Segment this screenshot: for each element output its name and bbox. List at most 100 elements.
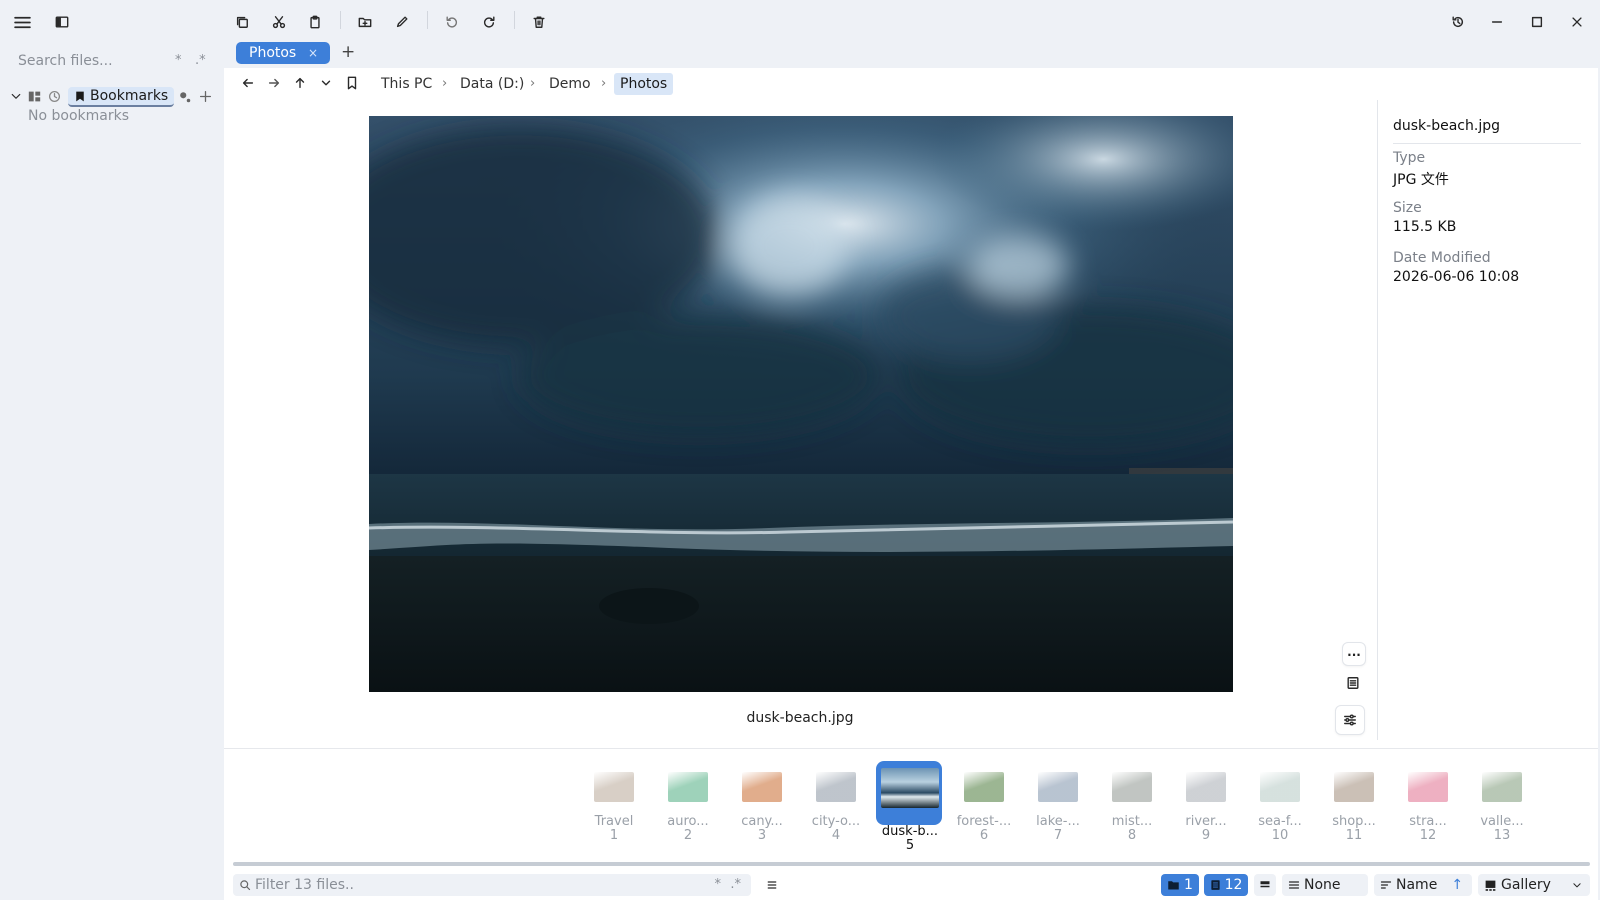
filmstrip-divider — [224, 748, 1598, 749]
bookmarks-tab[interactable]: Bookmarks — [68, 87, 175, 107]
toolbar-divider — [514, 11, 515, 29]
arrow-up-icon — [295, 77, 305, 89]
sort-by-dropdown[interactable]: Name ↑ — [1374, 874, 1472, 896]
undo-icon — [446, 16, 458, 28]
details-toggle-button[interactable] — [1342, 672, 1364, 694]
filmstrip-thumbnail[interactable]: valle... 13 — [1471, 762, 1533, 843]
breadcrumb-demo[interactable]: Demo — [549, 73, 591, 95]
recent-icon[interactable] — [48, 90, 61, 103]
add-bookmark-icon[interactable] — [199, 90, 212, 103]
thumbnail-index: 9 — [1201, 828, 1211, 843]
copy-button[interactable] — [231, 11, 253, 33]
bookmarks-label: Bookmarks — [90, 88, 169, 104]
info-date-label: Date Modified — [1393, 250, 1491, 266]
filmstrip-thumbnail[interactable]: sea-f... 10 — [1249, 762, 1311, 843]
minimize-icon — [1491, 21, 1503, 23]
history-button[interactable] — [1447, 11, 1469, 33]
bookmark-location-button[interactable] — [343, 74, 361, 92]
group-by-dropdown[interactable]: None — [1282, 874, 1368, 896]
hamburger-menu-button[interactable] — [11, 11, 33, 33]
thumbnail-label: city-o... 4 — [805, 815, 867, 843]
grid-view-icon[interactable] — [28, 90, 41, 103]
filmstrip-scrollbar[interactable] — [233, 862, 1590, 866]
file-count-badge[interactable]: 12 — [1204, 874, 1248, 896]
toggle-sidebar-button[interactable] — [51, 11, 73, 33]
undo-button[interactable] — [441, 11, 463, 33]
back-button[interactable] — [239, 74, 257, 92]
chevron-down-icon[interactable] — [10, 90, 22, 102]
history-dropdown-button[interactable] — [317, 74, 335, 92]
search-files-input[interactable]: Search files... — [18, 53, 113, 69]
thumbnail-label: dusk-b... 5 — [879, 825, 941, 853]
filmstrip-thumbnail[interactable]: cany... 3 — [731, 762, 793, 843]
filmstrip-thumbnail[interactable]: city-o... 4 — [805, 762, 867, 843]
forward-button[interactable] — [265, 74, 283, 92]
close-window-button[interactable] — [1566, 11, 1588, 33]
sort-value: Name — [1396, 877, 1438, 893]
list-icon — [767, 881, 777, 889]
group-icon — [1288, 881, 1300, 889]
list-options-button[interactable] — [760, 874, 784, 896]
delete-button[interactable] — [528, 11, 550, 33]
copy-icon — [236, 16, 248, 28]
thumbnail-label: forest-... 6 — [953, 815, 1015, 843]
thumbnail-label: mist... 8 — [1101, 815, 1163, 843]
thumbnail-image — [881, 768, 939, 808]
filter-regex-toggle[interactable]: .* — [730, 877, 741, 892]
view-mode-dropdown[interactable]: Gallery — [1478, 874, 1590, 896]
thumbnail-label: auro... 2 — [657, 815, 719, 843]
tab-close-button[interactable]: × — [308, 46, 318, 60]
more-options-button[interactable]: ... — [1342, 642, 1366, 666]
toolbar-divider — [427, 11, 428, 29]
search-wildcard-toggle[interactable]: * — [175, 53, 182, 68]
minimize-button[interactable] — [1486, 11, 1508, 33]
maximize-button[interactable] — [1526, 11, 1548, 33]
new-tab-button[interactable]: + — [341, 42, 355, 62]
breadcrumb-this-pc[interactable]: This PC — [381, 73, 432, 95]
folder-icon — [1168, 881, 1179, 890]
thumbnail-image — [1038, 772, 1078, 802]
filmstrip-thumbnail[interactable]: river... 9 — [1175, 762, 1237, 843]
info-panel-divider — [1377, 100, 1378, 740]
filmstrip-thumbnail[interactable]: dusk-b... 5 — [876, 761, 942, 853]
filmstrip-thumbnail[interactable]: stra... 12 — [1397, 762, 1459, 843]
breadcrumb-photos[interactable]: Photos — [614, 73, 674, 95]
folder-count-badge[interactable]: 1 — [1161, 874, 1199, 896]
image-preview[interactable] — [369, 116, 1233, 692]
thumbnail-label: lake-... 7 — [1027, 815, 1089, 843]
cut-button[interactable] — [268, 11, 290, 33]
bookmark-options-icon[interactable] — [178, 90, 192, 104]
search-regex-toggle[interactable]: .* — [195, 53, 206, 68]
thumbnail-image — [964, 772, 1004, 802]
adjust-settings-button[interactable] — [1335, 705, 1365, 735]
thumbnail-image — [1334, 772, 1374, 802]
filmstrip-thumbnail[interactable]: forest-... 6 — [953, 762, 1015, 843]
rename-button[interactable] — [391, 11, 413, 33]
layout-toggle-button[interactable] — [1254, 874, 1276, 896]
sort-direction-toggle[interactable]: ↑ — [1451, 877, 1463, 893]
filmstrip-thumbnail[interactable]: mist... 8 — [1101, 762, 1163, 843]
breadcrumb-data-drive[interactable]: Data (D:) — [460, 73, 524, 95]
filter-files-input[interactable]: Filter 13 files.. * .* — [233, 874, 751, 896]
details-icon — [1347, 677, 1359, 689]
filmstrip-thumbnail[interactable]: lake-... 7 — [1027, 762, 1089, 843]
filmstrip-thumbnail[interactable]: Travel 1 — [583, 762, 645, 843]
thumbnail-index: 3 — [757, 828, 767, 843]
paste-button[interactable] — [304, 11, 326, 33]
thumbnail-image — [816, 772, 856, 802]
bookmark-outline-icon — [347, 76, 357, 90]
filter-placeholder: Filter 13 files.. — [255, 877, 354, 893]
up-button[interactable] — [291, 74, 309, 92]
redo-button[interactable] — [478, 11, 500, 33]
info-size-label: Size — [1393, 200, 1422, 216]
filmstrip-thumbnail[interactable]: shop... 11 — [1323, 762, 1385, 843]
filter-wildcard-toggle[interactable]: * — [715, 877, 722, 892]
new-folder-button[interactable] — [354, 11, 376, 33]
tab-photos[interactable]: Photos × — [236, 42, 330, 64]
info-type-label: Type — [1393, 150, 1426, 166]
thumbnail-name: auro... — [667, 814, 709, 829]
thumbnail-index: 8 — [1127, 828, 1137, 843]
filmstrip-thumbnail[interactable]: auro... 2 — [657, 762, 719, 843]
tab-label: Photos — [249, 45, 297, 61]
info-file-name: dusk-beach.jpg — [1393, 118, 1500, 134]
